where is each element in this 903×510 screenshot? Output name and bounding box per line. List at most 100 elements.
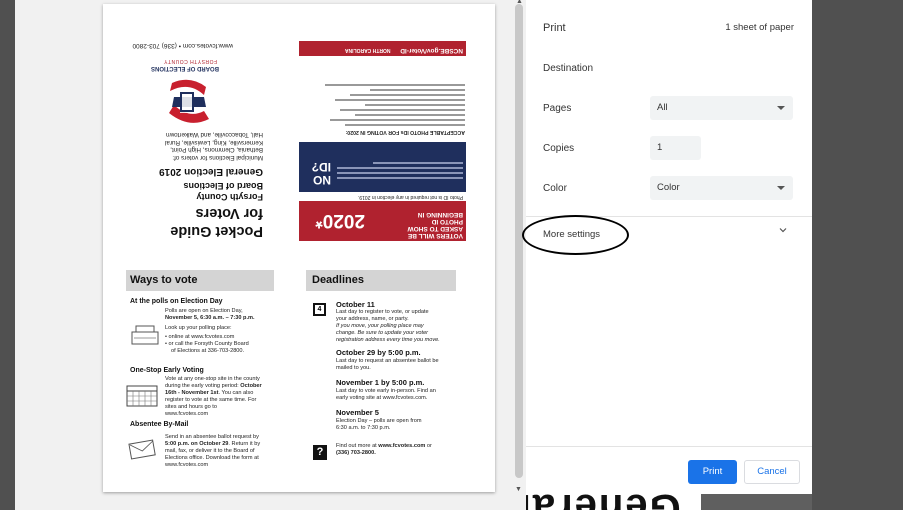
preview-page: Pocket Guide for Voters Forsyth County B… [103,4,495,492]
find-out-text: or [425,443,432,449]
onestop-date: October [240,383,262,389]
deadline-line: your address, name, or party. [336,316,409,322]
voter-id-url: NCSBE.gov/Voter-ID [400,47,463,54]
cover-subtitle-3: General Election 2019 [159,166,263,177]
absentee-line: mail, fax, or deliver it to the Board of [165,448,255,454]
photo-id-list: ACCEPTABLE PHOTO IDs FOR VOTING IN 2020: [300,59,465,135]
deadline-line: If you move, your polling place may [336,323,424,329]
cover-subtitle-1: Forsyth County [196,192,264,202]
print-settings-panel: Print 1 sheet of paper Destination Pages… [522,0,812,494]
chevron-down-icon [777,186,785,190]
cover-website: www.fcvotes.com • (336) 703-2800 [132,42,233,49]
cover-subtitle-2: Board of Elections [183,181,263,191]
calendar-grid-icon [126,385,158,407]
deadline-2-title: October 29 by 5:00 p.m. [336,348,421,357]
calendar-icon: 4 [313,303,326,316]
cover-title-1: Pocket Guide [170,223,263,239]
no-id-content: NO ID? [303,146,463,188]
cover-elections-line: Municipal Elections for voters of: [172,154,263,161]
chevron-down-icon [777,106,785,110]
color-select[interactable]: Color [650,176,793,200]
deadline-line: Election Day – polls are open from [336,418,422,424]
deadline-line: early voting site at www.fcvotes.com. [336,395,428,401]
photo-id-lines [300,84,465,126]
absentee-line: www.fcvotes.com [165,462,209,468]
deadline-4-body: Election Day – polls are open from 6:30 … [336,418,476,432]
window-backdrop-left [0,0,15,510]
deadline-line: Last day to register to vote, or update [336,309,429,315]
print-preview-area[interactable]: Pocket Guide for Voters Forsyth County B… [15,0,512,510]
preview-scrollbar[interactable]: ▲ ▼ [512,0,526,510]
window-backdrop-right [812,0,903,510]
annotation-circle [522,215,629,255]
photo-id-line [330,119,465,121]
pages-select[interactable]: All [650,96,793,120]
deadline-4-title: November 5 [336,408,379,417]
cancel-button[interactable]: Cancel [744,460,800,484]
chevron-down-icon[interactable] [779,226,787,234]
no-id-line [337,172,463,174]
no-id-text: NO ID? [311,160,331,187]
polls-lookup: Look up your polling place: [165,325,232,331]
photo-id-line [370,89,465,91]
onestop-title: One-Stop Early Voting [130,367,204,374]
absentee-text: . Return it by [228,441,261,447]
banner-line: BEGINNING IN [417,211,463,218]
absentee-line: Send in an absentee ballot request by [165,434,259,440]
banner-line: ASKED TO SHOW [407,225,464,232]
pages-label: Pages [543,103,572,114]
polls-body-hours: November 5, 6:30 a.m. – 7:30 p.m. [165,315,255,321]
polls-bullet-2-cont: of Elections at 336-703-2800. [171,348,245,354]
polls-body-line: Polls are open on Election Day, [165,308,243,314]
copies-label: Copies [543,143,575,154]
photo-id-banner: VOTERS WILL BE ASKED TO SHOW PHOTO ID BE… [299,201,466,241]
voter-id-band-text: NCSBE.gov/Voter-ID NORTH CAROLINA [303,43,463,54]
deadline-line: mailed to you. [336,365,371,371]
cover-board-name-2: BOARD OF ELECTIONS [150,65,219,71]
print-button[interactable]: Print [688,460,737,484]
color-select-value: Color [657,182,680,193]
absentee-body: Send in an absentee ballot request by 5:… [165,434,295,469]
absentee-line: 5:00 p.m. on October 29. Return it by [165,441,295,448]
polls-title: At the polls on Election Day [130,298,223,305]
photo-id-note: Photo ID is not required in any election… [357,194,463,200]
copies-input[interactable]: 1 [650,136,701,160]
voter-id-band: NCSBE.gov/Voter-ID NORTH CAROLINA [299,41,466,56]
cover-elections-line: Bethania, Clemmons, High Point, [170,146,263,154]
onestop-line: during the early voting period: October [165,383,297,390]
scroll-down-arrow-icon[interactable]: ▼ [515,486,522,493]
voting-booth-icon [131,325,159,345]
no-id-line [337,167,463,169]
deadline-line: 6:30 a.m. to 7:30 p.m. [336,425,391,431]
cover-panel: Pocket Guide for Voters Forsyth County B… [117,24,267,239]
onestop-text: . You can also [218,390,254,396]
print-title: Print [543,22,566,34]
polls-body: Polls are open on Election Day, November… [165,308,295,355]
photo-id-line [355,114,465,116]
banner-line: VOTERS WILL BE [407,232,463,239]
photo-id-line [325,84,465,86]
absentee-line: Elections office. Download the form at [165,455,259,461]
photo-id-line [350,94,465,96]
deadline-1-title: October 11 [336,300,375,309]
divider [526,446,812,447]
deadlines-header: Deadlines [306,270,456,291]
photo-id-line [345,124,465,126]
scroll-thumb[interactable] [515,4,523,478]
banner-lines: VOTERS WILL BE ASKED TO SHOW PHOTO ID BE… [363,211,464,239]
banner-year: 2020* [315,210,365,231]
onestop-line: register to vote at the same time. For [165,397,257,403]
onestop-line: sites and hours go to [165,404,217,410]
onestop-line: Vote at any one-stop site in the county [165,376,260,382]
find-out-more: Find out more at www.fcvotes.com or (336… [336,443,476,457]
cover-title-2: for Voters [195,205,263,221]
find-out-text: Find out more at [336,443,379,449]
deadline-line: Last day to request an absentee ballot b… [336,358,439,364]
mail-envelope-icon [128,439,156,460]
nc-label: NORTH CAROLINA [344,47,391,53]
deadline-1-body: Last day to register to vote, or update … [336,309,476,344]
forsyth-county-logo [169,79,209,123]
deadline-3-body: Last day to vote early in-person. Find a… [336,388,476,402]
deadline-3-title: November 1 by 5:00 p.m. [336,378,425,387]
onestop-line: www.fcvotes.com [165,411,209,417]
